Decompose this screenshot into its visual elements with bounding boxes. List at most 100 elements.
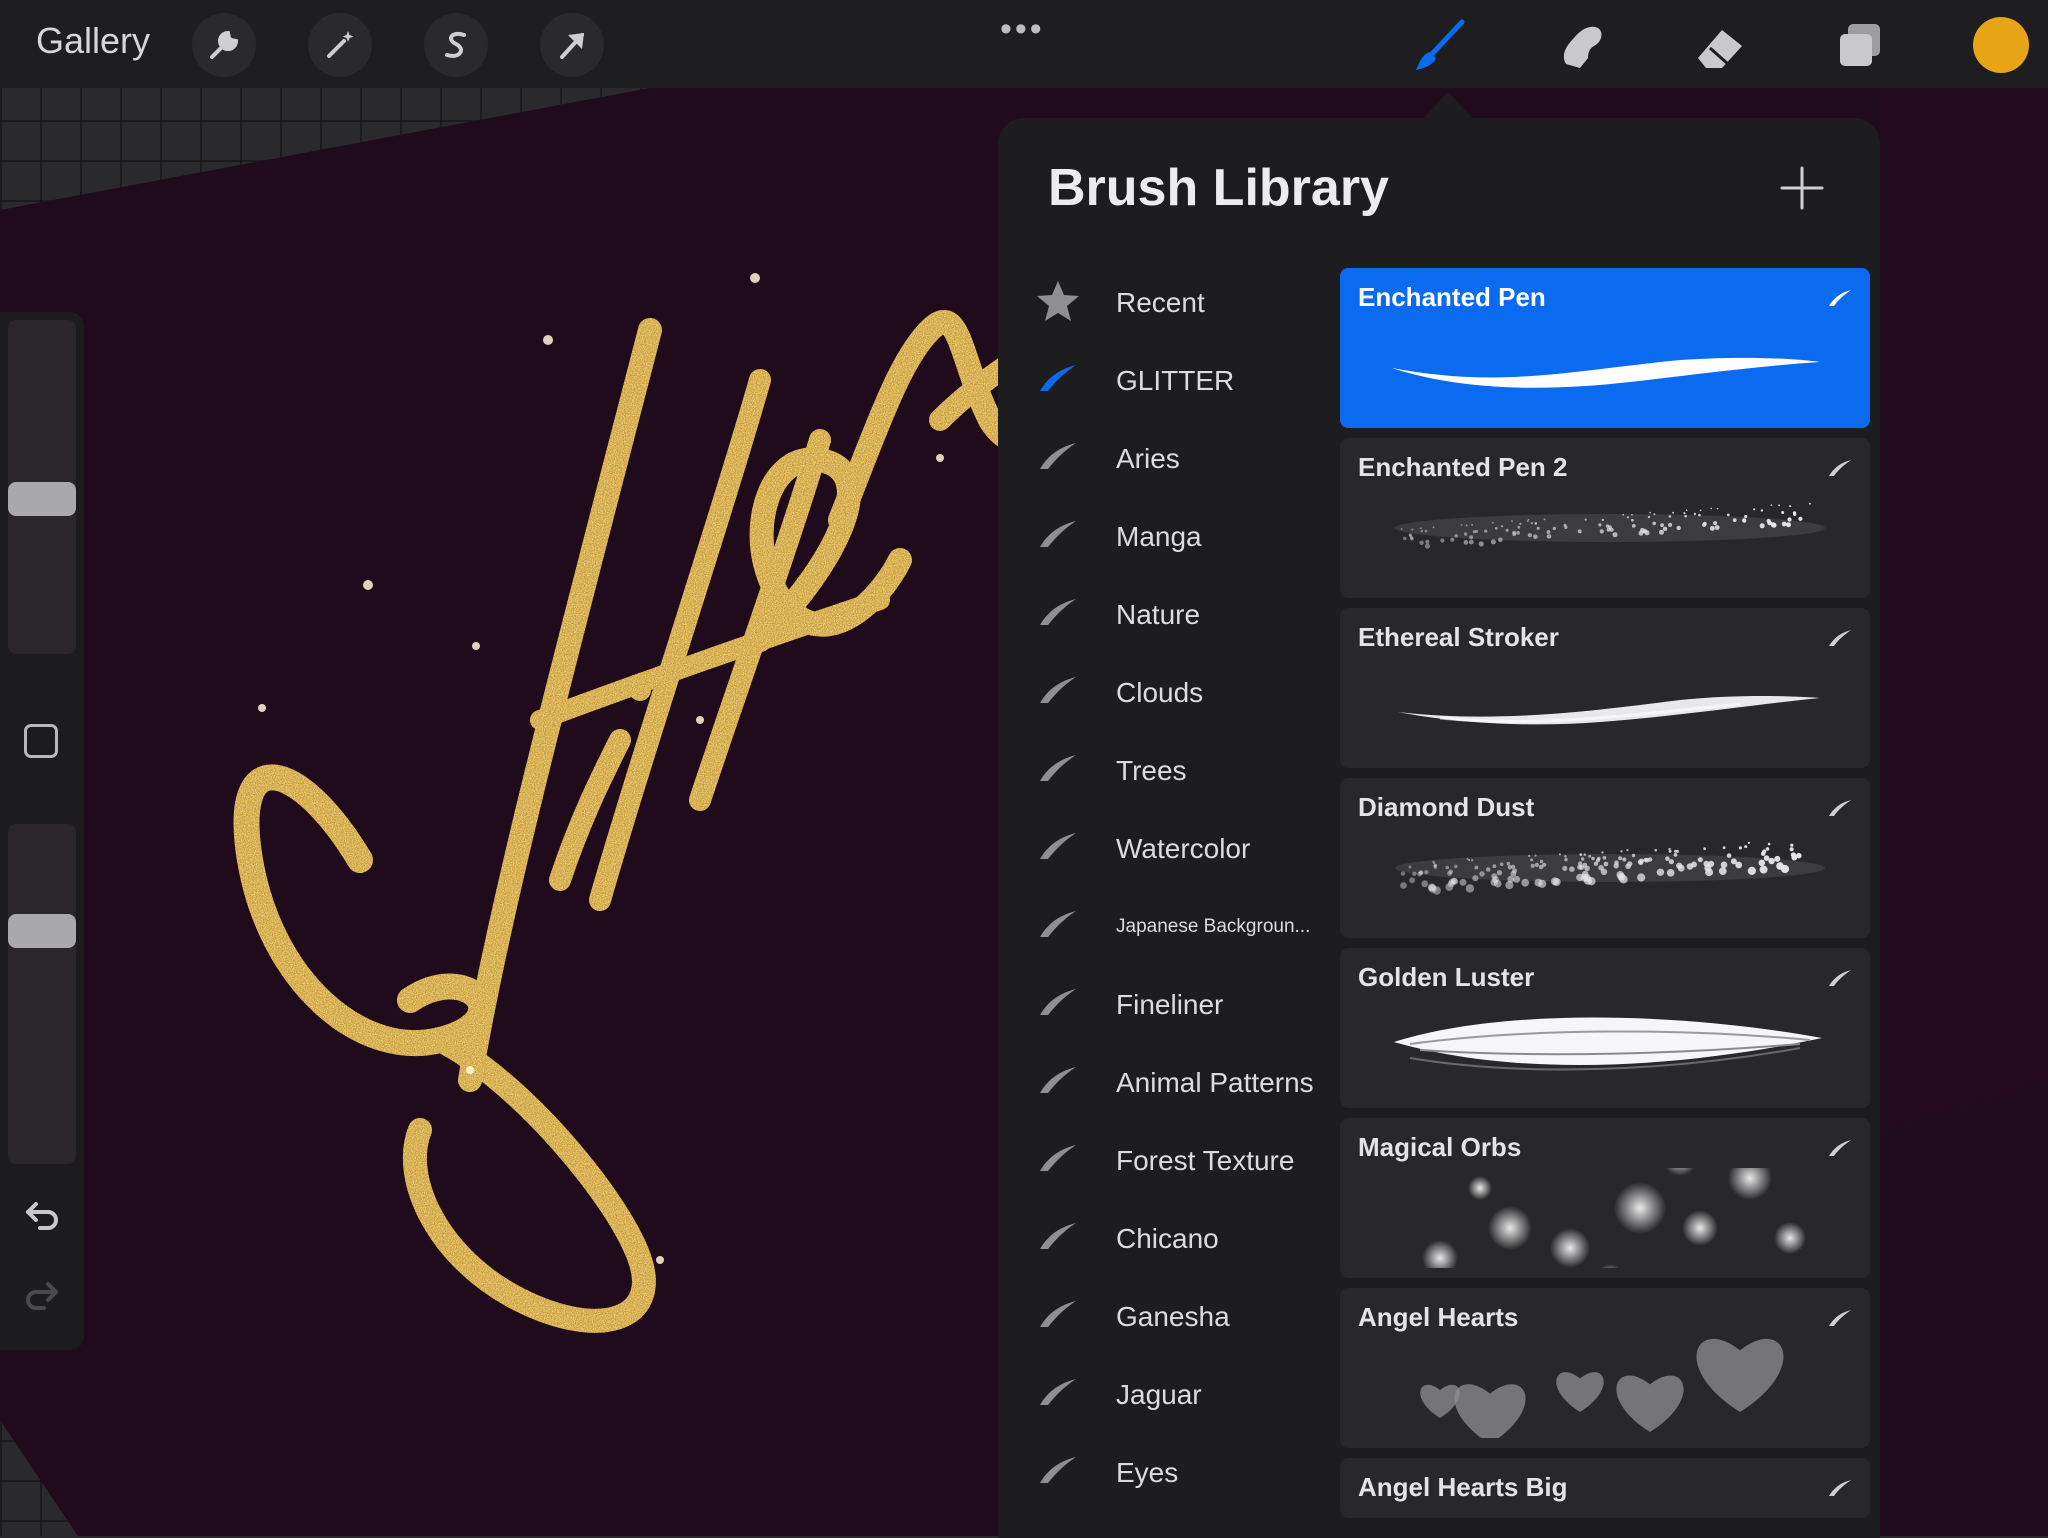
brush-stroke-icon <box>1826 1134 1854 1162</box>
brush-stroke-icon <box>1826 624 1854 652</box>
brush-category-item[interactable]: Jaguar <box>1028 1360 1338 1430</box>
brush-category-item[interactable]: Ganesha <box>1028 1282 1338 1352</box>
brush-preview-stroke <box>1380 1140 1830 1278</box>
brush-category-item[interactable]: Recent <box>1028 268 1338 338</box>
brush-category-item[interactable]: Chicano <box>1028 1204 1338 1274</box>
panel-title: Brush Library <box>1048 159 1389 217</box>
color-picker-button[interactable] <box>1973 17 2029 73</box>
brush-preview-stroke <box>1380 1508 1830 1518</box>
brush-category-item[interactable]: Forest Texture <box>1028 1126 1338 1196</box>
brush-category-label: Watercolor <box>1116 833 1251 864</box>
smudge-icon[interactable] <box>1548 14 1612 78</box>
brush-category-item[interactable]: Trees <box>1028 736 1338 806</box>
brush-stroke-icon <box>1028 589 1082 642</box>
brush-category-label: Aries <box>1116 443 1180 474</box>
brush-category-item[interactable]: Aries <box>1028 424 1338 494</box>
brush-category-label: Eyes <box>1116 1457 1179 1488</box>
brush-category-label: Jaguar <box>1116 1379 1202 1410</box>
brush-name: Diamond Dust <box>1358 792 1535 822</box>
brush-category-item[interactable]: Fineliner <box>1028 970 1338 1040</box>
brush-stroke-icon <box>1028 823 1082 876</box>
brush-stroke-icon <box>1028 745 1082 798</box>
brush-stroke-icon <box>1028 1369 1082 1422</box>
brush-category-label: Trees <box>1116 755 1187 786</box>
brush-category-label: Clouds <box>1116 677 1204 708</box>
panel-pointer <box>1422 92 1474 120</box>
brush-category-item[interactable]: Manga <box>1028 502 1338 572</box>
brush-name: Angel Hearts Big <box>1358 1472 1568 1502</box>
star-icon <box>1028 277 1082 330</box>
brush-stroke-icon <box>1028 979 1082 1032</box>
brush-preview-stroke <box>1380 318 1830 418</box>
brush-category-label: Animal Patterns <box>1116 1067 1314 1098</box>
brush-preview-stroke <box>1380 658 1830 758</box>
brush-stroke-icon <box>1826 284 1854 312</box>
brush-stroke-icon <box>1028 1213 1082 1266</box>
brush-category-label: Manga <box>1116 521 1202 552</box>
gallery-button[interactable]: Gallery <box>36 20 150 62</box>
left-sidebar <box>0 312 84 1350</box>
brush-category-item[interactable]: Clouds <box>1028 658 1338 728</box>
artboard-right-edge <box>1880 88 2048 1130</box>
brush-category-item[interactable]: Watercolor <box>1028 814 1338 884</box>
brush-card[interactable]: Ethereal Stroker <box>1340 608 1870 768</box>
magic-wand-icon[interactable] <box>308 13 372 77</box>
transform-arrow-icon[interactable] <box>540 13 604 77</box>
brush-stroke-icon <box>1826 1304 1854 1332</box>
eraser-icon[interactable] <box>1688 14 1752 78</box>
opacity-slider[interactable] <box>8 824 76 1164</box>
brush-category-item[interactable]: GLITTER <box>1028 346 1338 416</box>
selection-s-icon[interactable] <box>424 13 488 77</box>
brush-icon[interactable] <box>1408 14 1472 78</box>
brush-preview-stroke <box>1380 1338 1830 1444</box>
brush-stroke-icon <box>1028 1135 1082 1188</box>
layers-icon[interactable] <box>1828 14 1892 78</box>
brush-category-label: GLITTER <box>1116 365 1235 396</box>
brush-stroke-icon <box>1028 1057 1082 1110</box>
brush-size-thumb[interactable] <box>8 482 76 516</box>
brush-stroke-icon <box>1826 794 1854 822</box>
brush-stroke-icon <box>1028 433 1082 486</box>
brush-preview-stroke <box>1380 488 1830 588</box>
opacity-thumb[interactable] <box>8 914 76 948</box>
brush-category-item[interactable]: Animal Patterns <box>1028 1048 1338 1118</box>
brush-card[interactable]: Diamond Dust <box>1340 778 1870 938</box>
modify-square-icon[interactable] <box>24 724 58 758</box>
brush-name: Magical Orbs <box>1358 1132 1522 1162</box>
brush-stroke-icon <box>1028 1447 1082 1500</box>
brush-name: Ethereal Stroker <box>1358 622 1559 652</box>
brush-stroke-icon <box>1028 1291 1082 1344</box>
brush-card[interactable]: Enchanted Pen 2 <box>1340 438 1870 598</box>
brush-stroke-icon <box>1826 1474 1854 1502</box>
brush-card[interactable]: Enchanted Pen <box>1340 268 1870 428</box>
brush-name: Golden Luster <box>1358 962 1535 992</box>
brush-category-label: Japanese Backgroun... <box>1116 916 1311 937</box>
brush-stroke-icon <box>1826 454 1854 482</box>
brush-category-item[interactable]: Japanese Backgroun... <box>1028 892 1338 962</box>
brush-preview-stroke <box>1380 828 1830 928</box>
brush-category-label: Recent <box>1116 287 1205 318</box>
brush-name: Angel Hearts <box>1358 1302 1519 1332</box>
redo-icon[interactable] <box>22 1274 62 1314</box>
top-toolbar: Gallery ••• <box>0 0 2048 88</box>
brush-category-label: Chicano <box>1116 1223 1219 1254</box>
more-options-icon[interactable]: ••• <box>1000 10 1045 49</box>
brush-category-label: Ganesha <box>1116 1301 1230 1332</box>
brush-name: Enchanted Pen <box>1358 282 1546 312</box>
brush-stroke-icon <box>1028 355 1082 408</box>
brush-stroke-icon <box>1028 901 1082 954</box>
brush-stroke-icon <box>1028 511 1082 564</box>
brush-card[interactable]: Magical Orbs <box>1340 1118 1870 1278</box>
brush-category-item[interactable]: Eyes <box>1028 1438 1338 1508</box>
brush-preview-stroke <box>1380 998 1830 1098</box>
brush-card[interactable]: Golden Luster <box>1340 948 1870 1108</box>
brush-card[interactable]: Angel Hearts <box>1340 1288 1870 1448</box>
brush-card[interactable]: Angel Hearts Big <box>1340 1458 1870 1518</box>
brush-category-item[interactable]: Nature <box>1028 580 1338 650</box>
wrench-icon[interactable] <box>192 13 256 77</box>
brush-library-panel: Brush Library Recent GLITTER Aries Manga Nat… <box>998 118 1880 1538</box>
brush-category-label: Fineliner <box>1116 989 1224 1020</box>
undo-icon[interactable] <box>22 1194 62 1234</box>
brush-category-label: Nature <box>1116 599 1201 630</box>
plus-icon[interactable] <box>1778 164 1826 212</box>
